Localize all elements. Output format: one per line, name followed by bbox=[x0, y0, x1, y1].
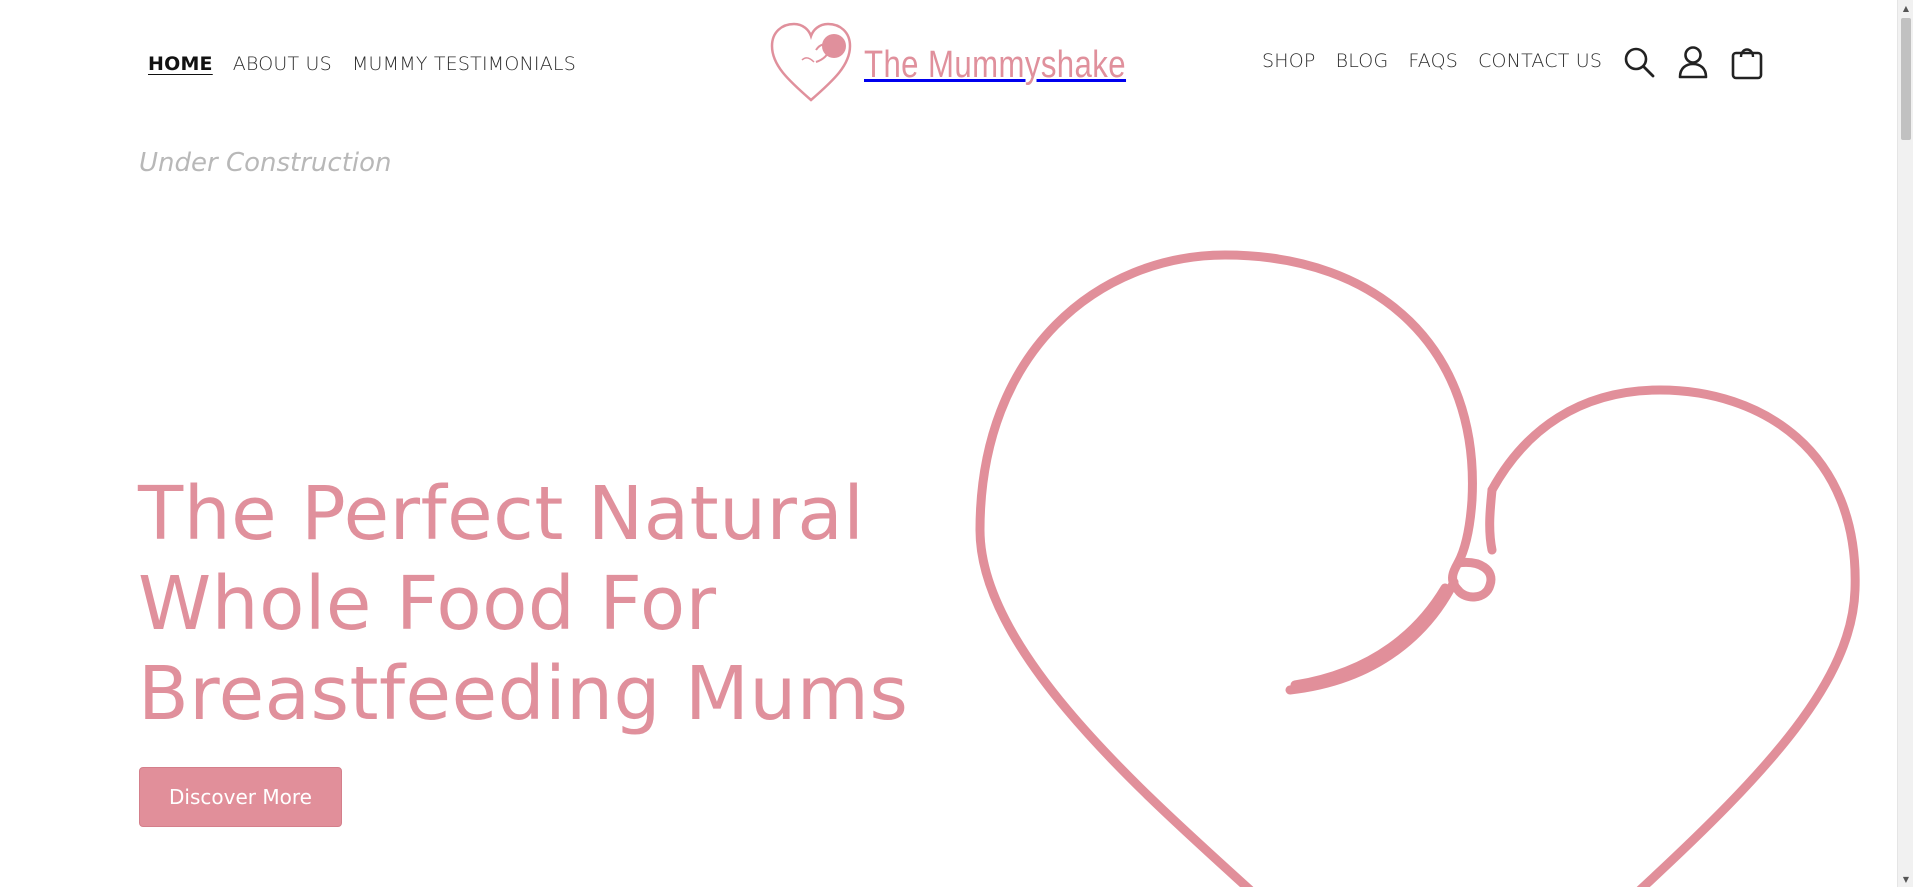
logo-text: The Mummyshake bbox=[864, 43, 1127, 86]
nav-mummy-testimonials[interactable]: MUMMY TESTIMONIALS bbox=[352, 53, 576, 75]
nav-home[interactable]: HOME bbox=[148, 53, 213, 75]
scroll-thumb[interactable] bbox=[1901, 18, 1911, 140]
page-scrollbar[interactable]: ▲ ▼ bbox=[1897, 0, 1913, 887]
discover-more-button[interactable]: Discover More bbox=[139, 767, 342, 827]
hero-line: The Perfect Natural bbox=[138, 471, 865, 557]
header-icons bbox=[1623, 44, 1763, 80]
nav-contact-us[interactable]: CONTACT US bbox=[1478, 50, 1602, 72]
search-icon[interactable] bbox=[1623, 44, 1655, 80]
scroll-up-arrow-icon[interactable]: ▲ bbox=[1898, 0, 1913, 16]
nav-shop[interactable]: SHOP bbox=[1262, 50, 1316, 72]
cart-icon[interactable] bbox=[1731, 44, 1763, 80]
nav-about-us[interactable]: ABOUT US bbox=[233, 53, 332, 75]
scroll-down-arrow-icon[interactable]: ▼ bbox=[1898, 871, 1913, 887]
hero-line: Breastfeeding Mums bbox=[138, 651, 909, 737]
nav-faqs[interactable]: FAQS bbox=[1408, 50, 1458, 72]
account-icon[interactable] bbox=[1677, 44, 1709, 80]
under-construction-notice: Under Construction bbox=[139, 148, 392, 178]
heart-illustration bbox=[960, 230, 1870, 887]
hero-line: Whole Food For bbox=[138, 561, 717, 647]
logo-heart-icon bbox=[768, 20, 854, 110]
hero-heading: The Perfect Natural Whole Food For Breas… bbox=[138, 469, 908, 739]
nav-blog[interactable]: BLOG bbox=[1336, 50, 1389, 72]
primary-nav-left: HOME ABOUT US MUMMY TESTIMONIALS bbox=[148, 53, 576, 75]
site-logo[interactable]: The Mummyshake bbox=[768, 20, 1184, 110]
primary-nav-right: SHOP BLOG FAQS CONTACT US bbox=[1262, 50, 1602, 72]
